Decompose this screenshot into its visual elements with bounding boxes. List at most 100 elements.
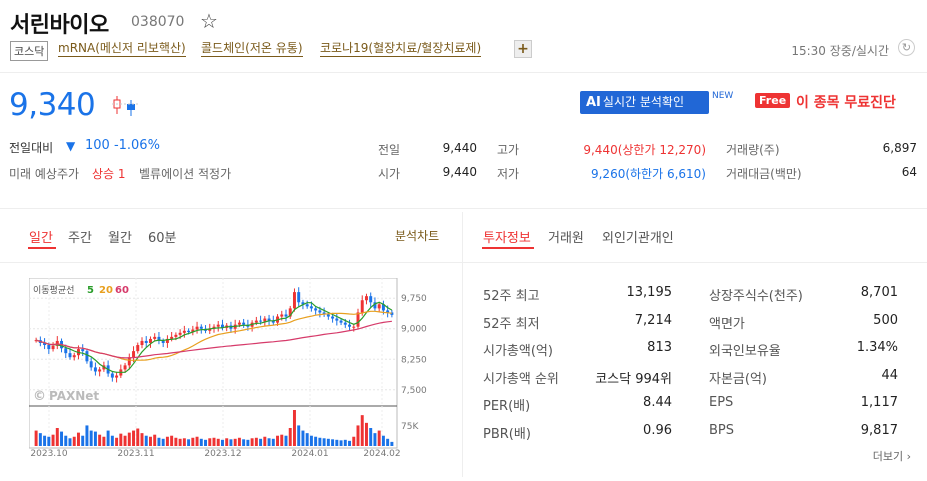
volume-tick-label: 75K [401,422,419,432]
down-arrow-icon: ▼ [66,139,76,153]
info-value-2: 500 [873,312,898,328]
tab-weekly[interactable]: 주간 [68,227,92,246]
prev-close-label: 전일 [378,143,401,157]
low-value: 9,260(하한가 6,610) [590,167,706,181]
candle-body [93,367,97,372]
volume-bar [263,436,267,446]
y-tick-label: 9,000 [401,325,427,335]
info-value: 13,195 [626,285,673,300]
info-label: 시가총액 순위 [483,371,559,387]
volume-bar [225,438,229,446]
current-price: 9,340 [9,87,96,123]
volume-bar [68,438,72,446]
volume-bar [233,438,237,446]
volume-bar [246,439,250,446]
refresh-icon[interactable]: ↻ [898,39,915,56]
theme-tag-coldchain[interactable]: 콜드체인(저온 유통) [201,41,303,57]
volume-bar [43,435,47,446]
volume-bar [250,438,254,446]
add-tag-button[interactable]: + [514,40,532,58]
candle-body [68,353,72,358]
free-badge[interactable]: Free [755,93,791,108]
y-tick-label: 9,750 [401,294,427,304]
ma-legend-label: 이동평균선 [33,285,74,296]
candle-body [364,296,368,301]
volume-bar [288,428,292,446]
more-link[interactable]: 더보기 › [873,448,911,464]
volume-bar [98,434,102,446]
free-diagnosis-link[interactable]: 이 종목 무료진단 [796,92,896,112]
ma-60-label: 60 [115,285,129,296]
volume-bar [348,440,352,446]
stock-code: 038070 [131,14,185,30]
info-value: 코스닥 994위 [595,371,672,387]
volume-bar [297,425,301,446]
forecast-value[interactable]: 상승 1 [92,165,126,182]
volume-bar [140,433,144,446]
volume-bar [64,435,68,446]
valuation-link[interactable]: 벨류에이션 적정가 [139,165,231,182]
candle-body [335,318,339,321]
candle-body [216,324,220,327]
price-change: 100 -1.06% [85,138,160,153]
candle-body [343,322,347,325]
market-badge: 코스닥 [10,41,49,61]
candle-body [348,324,352,327]
theme-tag-covid[interactable]: 코로나19(혈장치료/혈장치료제) [320,41,482,57]
open-value: 9,440 [442,165,477,179]
volume-bar [127,432,131,446]
info-value-2: 9,817 [860,422,898,438]
candle-body [195,326,199,330]
info-label: 52주 최저 [483,316,540,332]
volume-bar [331,439,335,446]
chart-frame [28,277,398,449]
candle-body [297,292,301,303]
tab-60min[interactable]: 60분 [148,227,177,246]
volume-bar [199,438,203,446]
volume-bar [60,431,64,446]
tab-invest-info[interactable]: 투자정보 [483,227,531,246]
volume-bar [326,438,330,446]
volume-bar [276,435,280,446]
volume-bar [47,436,51,446]
volume-bar [144,435,148,446]
info-value-2: 1.34% [856,340,898,355]
volume-bar [259,438,263,446]
volume-bar [369,428,373,446]
volume-bar [381,435,385,446]
candle-body [199,326,203,329]
candle-body [284,314,288,317]
candle-body [259,320,263,322]
candle-body [326,314,330,317]
volume-bar [237,437,241,446]
volume-bar [208,438,212,446]
price-chart[interactable]: 9,750 9,000 8,250 7,500 75K 2023.10 2023.11 20… [28,277,439,459]
info-label-2: 자본금(억) [709,371,767,387]
ai-label: 실시간 분석확인 [602,95,685,109]
volume-bar [110,435,114,446]
ai-analysis-button[interactable]: AI 실시간 분석확인 [580,91,709,114]
info-label-2: BPS [709,422,735,438]
candle-body [140,340,144,346]
tab-brokers[interactable]: 거래원 [548,227,584,246]
high-value: 9,440(상한가 12,270) [583,143,706,157]
candle-body [115,375,119,378]
theme-tag-mrna[interactable]: mRNA(메신저 리보핵산) [58,41,186,57]
volume-bar [292,410,296,446]
volume-bar [360,415,364,446]
open-label: 시가 [378,167,401,181]
tab-foreign-inst[interactable]: 외인기관개인 [602,227,674,246]
volume-bar [314,436,318,446]
volume-bar [254,437,258,446]
volume-bar [377,430,381,446]
tab-daily[interactable]: 일간 [29,227,53,246]
volume-bar [132,430,136,446]
candle-body [98,369,102,372]
favorite-star-icon[interactable]: ☆ [200,9,218,33]
candle-body [360,300,364,313]
volume-bar [229,439,233,446]
volume-bar [161,438,165,446]
candle-body [356,312,360,327]
tab-monthly[interactable]: 월간 [108,227,132,246]
analysis-chart-link[interactable]: 분석차트 [395,227,439,244]
